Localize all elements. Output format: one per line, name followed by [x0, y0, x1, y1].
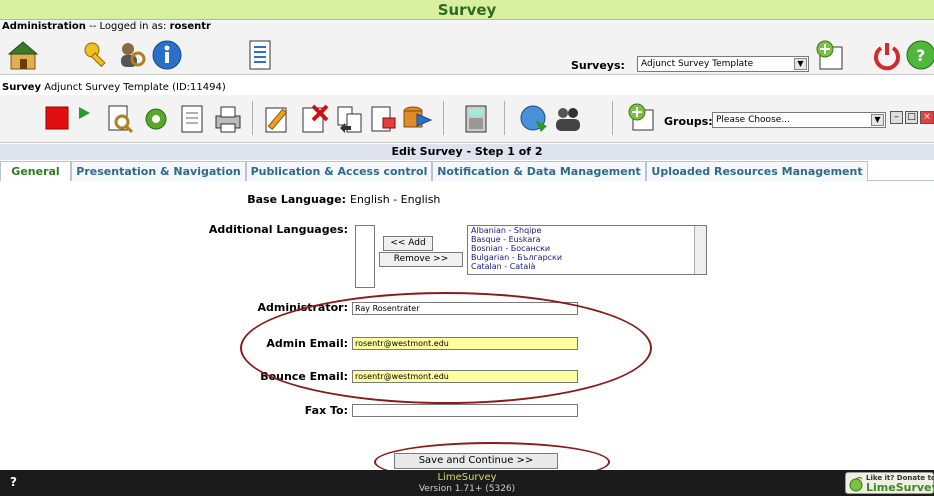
tab-general[interactable]: General — [0, 161, 71, 181]
language-option[interactable]: Catalan - Català — [468, 262, 706, 271]
browse-responses-icon[interactable] — [518, 103, 550, 135]
info-icon[interactable] — [150, 38, 184, 72]
language-option[interactable]: Bosnian - Босански — [468, 244, 706, 253]
survey-toolbar: Groups: Please Choose... ▼ – □ × — [0, 95, 934, 143]
survey-info-line: Survey Adjunct Survey Template (ID:11494… — [0, 82, 934, 95]
logged-in-text: -- Logged in as: — [85, 21, 170, 32]
remove-language-button[interactable]: Remove >> — [379, 252, 463, 267]
fax-label: Fax To: — [304, 404, 348, 417]
edit-survey-icon[interactable] — [262, 103, 294, 135]
annotation-oval-contacts — [240, 292, 652, 404]
chevron-down-icon[interactable]: ▼ — [794, 58, 807, 70]
add-survey-icon[interactable] — [813, 38, 847, 72]
groups-select[interactable]: Please Choose... ▼ — [712, 112, 886, 128]
admin-toolbar: Surveys: Adjunct Survey Template ▼ ? — [0, 35, 934, 75]
footer-version: Version 1.71+ (5326) — [418, 484, 516, 494]
surveys-select[interactable]: Adjunct Survey Template ▼ — [637, 56, 809, 72]
home-icon[interactable] — [6, 38, 40, 72]
toolbar-separator — [612, 101, 613, 135]
print-icon[interactable] — [212, 103, 244, 135]
footer: ? LimeSurvey Version 1.71+ (5326) Like i… — [0, 470, 934, 496]
tab-bar: General Presentation & Navigation Public… — [0, 161, 934, 181]
base-language-value: English - English — [350, 193, 441, 206]
settings-icon[interactable] — [140, 103, 172, 135]
calculator-icon[interactable] — [460, 103, 492, 135]
step-title: Edit Survey - Step 1 of 2 — [0, 144, 934, 160]
toolbar-separator — [443, 101, 444, 135]
import-icon[interactable] — [368, 103, 400, 135]
surveys-label: Surveys: — [571, 59, 625, 72]
admin-status-line: Administration -- Logged in as: rosentr — [0, 21, 934, 35]
additional-languages-label: Additional Languages: — [208, 223, 348, 236]
play-survey-icon[interactable] — [74, 103, 94, 123]
survey-prefix: Survey — [2, 82, 42, 93]
lime-icon — [849, 477, 863, 492]
export-icon[interactable] — [334, 103, 366, 135]
survey-document-icon[interactable] — [176, 103, 208, 135]
tab-notification-data[interactable]: Notification & Data Management — [432, 161, 646, 181]
groups-label: Groups: — [664, 115, 713, 128]
fax-field[interactable] — [352, 404, 578, 417]
language-option[interactable]: Basque - Euskara — [468, 235, 706, 244]
preview-icon[interactable] — [104, 103, 136, 135]
tab-presentation-navigation[interactable]: Presentation & Navigation — [71, 161, 246, 181]
window-title: Survey — [437, 1, 497, 19]
add-language-button[interactable]: << Add — [383, 236, 433, 251]
toolbar-separator — [504, 101, 505, 135]
stop-survey-icon[interactable] — [42, 103, 72, 133]
chevron-down-icon[interactable]: ▼ — [871, 114, 884, 126]
logout-icon[interactable] — [870, 38, 904, 72]
database-arrow-icon[interactable] — [400, 103, 434, 135]
participants-icon[interactable] — [552, 103, 584, 135]
tab-uploaded-resources[interactable]: Uploaded Resources Management — [646, 161, 868, 181]
user-search-icon[interactable] — [115, 38, 149, 72]
tab-publication-access[interactable]: Publication & Access control — [246, 161, 432, 181]
language-scrollbar[interactable] — [694, 226, 706, 274]
logged-in-user: rosentr — [169, 21, 211, 32]
surveys-selected-value: Adjunct Survey Template — [641, 59, 754, 69]
admin-prefix: Administration — [2, 21, 86, 32]
add-group-icon[interactable] — [626, 101, 658, 133]
toolbar-separator — [252, 101, 253, 135]
key-icon[interactable] — [80, 38, 114, 72]
donate-button[interactable]: Like it? Donate to LimeSurvey — [845, 472, 934, 494]
base-language-label: Base Language: — [247, 193, 346, 206]
close-icon[interactable]: × — [920, 111, 934, 124]
minimize-icon[interactable]: – — [890, 111, 903, 124]
delete-survey-icon[interactable] — [298, 103, 330, 135]
groups-selected-value: Please Choose... — [716, 115, 790, 125]
help-icon[interactable]: ? — [905, 38, 934, 72]
footer-app-name: LimeSurvey — [437, 472, 497, 483]
maximize-icon[interactable]: □ — [905, 111, 918, 124]
language-option[interactable]: Albanian - Shqipe — [468, 226, 706, 235]
document-list-icon[interactable] — [245, 38, 275, 72]
svg-text:?: ? — [916, 46, 925, 65]
available-languages-list[interactable]: Albanian - Shqipe Basque - Euskara Bosni… — [467, 225, 707, 275]
survey-name: Adjunct Survey Template (ID:11494) — [44, 82, 226, 93]
language-option[interactable]: Bulgarian - Български — [468, 253, 706, 262]
donate-line2: LimeSurvey — [866, 481, 934, 494]
window-title-bar: Survey — [0, 0, 934, 20]
additional-languages-list[interactable] — [355, 225, 375, 288]
